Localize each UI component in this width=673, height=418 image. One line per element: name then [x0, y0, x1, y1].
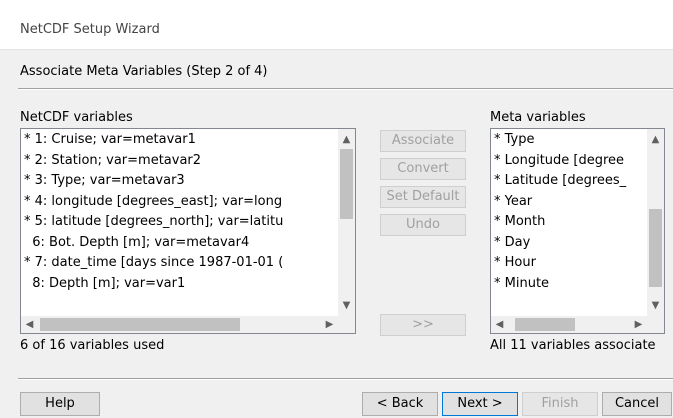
chevron-up-icon[interactable]: ▲ — [338, 131, 355, 148]
meta-variables-list[interactable]: * Type * Longitude [degree * Latitude [d… — [490, 128, 665, 334]
chevron-right-icon[interactable]: ▶ — [321, 316, 338, 333]
chevron-left-icon[interactable]: ◀ — [491, 316, 508, 333]
list-item[interactable]: * Hour — [494, 253, 645, 274]
finish-button[interactable]: Finish — [522, 392, 598, 416]
associate-button[interactable]: Associate — [380, 130, 466, 152]
header-divider — [18, 88, 673, 90]
horizontal-scrollbar[interactable]: ◀ ▶ — [21, 316, 338, 333]
title-bar: NetCDF Setup Wizard — [0, 0, 673, 50]
scroll-corner — [338, 316, 355, 333]
convert-button[interactable]: Convert — [380, 158, 466, 180]
list-item[interactable]: 6: Bot. Depth [m]; var=metavar4 — [24, 233, 336, 254]
netcdf-variables-list[interactable]: * 1: Cruise; var=metavar1 * 2: Station; … — [20, 128, 356, 334]
set-default-button[interactable]: Set Default — [380, 186, 466, 208]
list-item[interactable]: * 5: latitude [degrees_north]; var=latit… — [24, 212, 336, 233]
list-item[interactable]: * Year — [494, 192, 645, 213]
move-right-button[interactable]: >> — [380, 314, 466, 336]
chevron-down-icon[interactable]: ▼ — [338, 297, 355, 314]
scroll-corner — [647, 316, 664, 333]
undo-button[interactable]: Undo — [380, 214, 466, 236]
horizontal-scrollbar[interactable]: ◀ ▶ — [491, 316, 647, 333]
list-item[interactable]: * Longitude [degree — [494, 151, 645, 172]
scroll-thumb[interactable] — [40, 318, 240, 331]
list-item[interactable]: * 7: date_time [days since 1987-01-01 ( — [24, 253, 336, 274]
scroll-thumb[interactable] — [649, 209, 662, 287]
meta-variables-items: * Type * Longitude [degree * Latitude [d… — [494, 130, 645, 294]
scroll-thumb[interactable] — [340, 149, 353, 219]
chevron-up-icon[interactable]: ▲ — [647, 131, 664, 148]
list-item[interactable]: * 2: Station; var=metavar2 — [24, 151, 336, 172]
list-item[interactable]: * 1: Cruise; var=metavar1 — [24, 130, 336, 151]
meta-variables-status: All 11 variables associate — [490, 338, 656, 353]
netcdf-variables-items: * 1: Cruise; var=metavar1 * 2: Station; … — [24, 130, 336, 294]
list-item[interactable]: * 3: Type; var=metavar3 — [24, 171, 336, 192]
chevron-down-icon[interactable]: ▼ — [647, 297, 664, 314]
chevron-right-icon[interactable]: ▶ — [630, 316, 647, 333]
vertical-scrollbar[interactable]: ▲ ▼ — [338, 129, 355, 316]
list-item[interactable]: * Minute — [494, 274, 645, 295]
next-button[interactable]: Next > — [442, 392, 518, 416]
vertical-scrollbar[interactable]: ▲ ▼ — [647, 129, 664, 316]
list-item[interactable]: * Month — [494, 212, 645, 233]
help-button[interactable]: Help — [20, 392, 100, 416]
scroll-thumb[interactable] — [515, 318, 575, 331]
list-item[interactable]: 8: Depth [m]; var=var1 — [24, 274, 336, 295]
back-button[interactable]: < Back — [362, 392, 438, 416]
step-title: Associate Meta Variables (Step 2 of 4) — [20, 64, 268, 79]
list-item[interactable]: * Latitude [degrees_ — [494, 171, 645, 192]
list-item[interactable]: * 4: longitude [degrees_east]; var=long — [24, 192, 336, 213]
footer-divider — [18, 378, 673, 380]
variables-used-status: 6 of 16 variables used — [20, 338, 165, 353]
list-item[interactable]: * Day — [494, 233, 645, 254]
cancel-button[interactable]: Cancel — [602, 392, 672, 416]
netcdf-variables-label: NetCDF variables — [20, 110, 133, 125]
window-title: NetCDF Setup Wizard — [20, 22, 160, 37]
chevron-left-icon[interactable]: ◀ — [21, 316, 38, 333]
meta-variables-label: Meta variables — [490, 110, 586, 125]
list-item[interactable]: * Type — [494, 130, 645, 151]
